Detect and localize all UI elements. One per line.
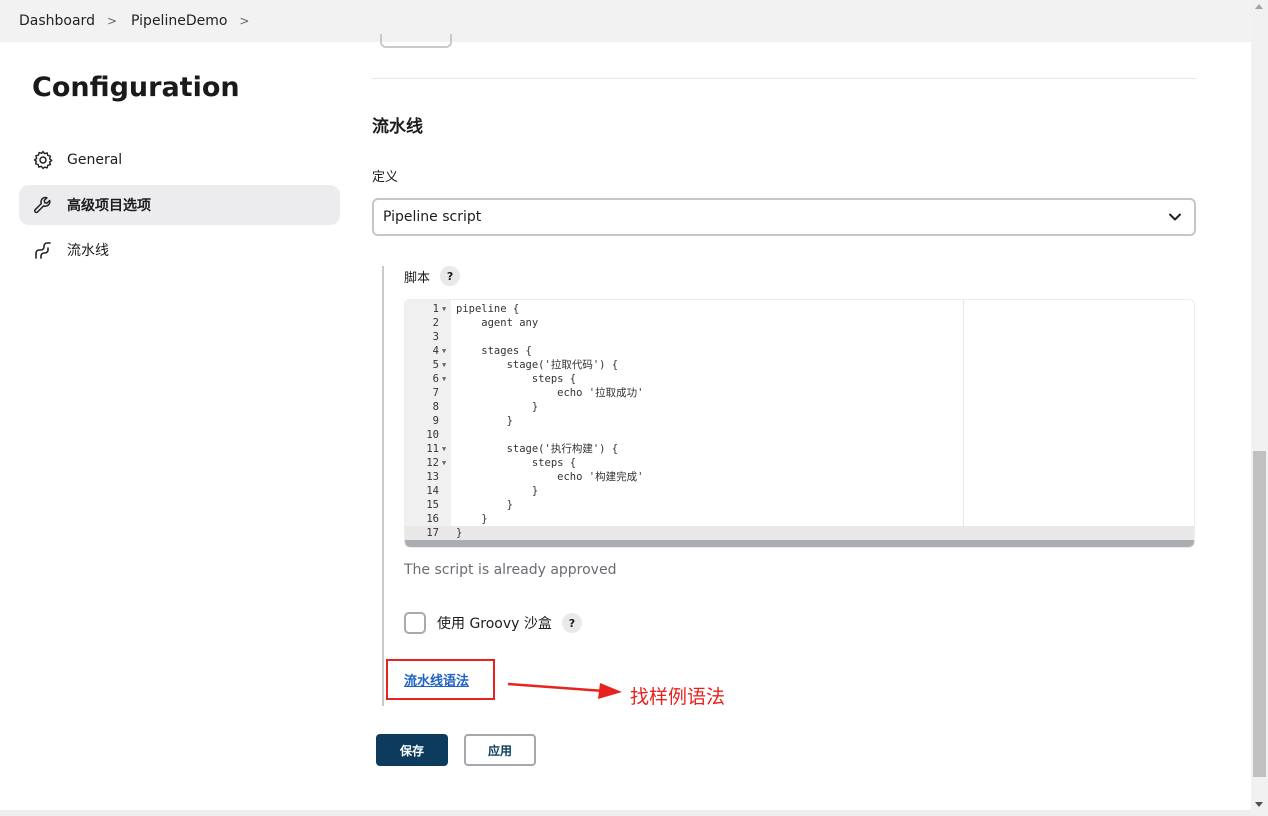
- line-number: 17: [426, 527, 439, 539]
- line-number: 13: [426, 471, 439, 483]
- pipeline-syntax-link[interactable]: 流水线语法: [404, 670, 469, 689]
- code-text: agent any: [456, 317, 539, 329]
- line-number: 8: [432, 401, 439, 413]
- code-text: }: [456, 415, 513, 427]
- code-text: }: [456, 513, 488, 525]
- code-line[interactable]: 13 echo '构建完成': [405, 470, 1194, 484]
- code-line[interactable]: 2 agent any: [405, 316, 1194, 330]
- breadcrumb: Dashboard > PipelineDemo >: [0, 0, 1251, 42]
- groovy-sandbox-label[interactable]: 使用 Groovy 沙盒: [437, 613, 552, 633]
- gear-icon: [33, 150, 53, 170]
- line-number: 7: [432, 387, 439, 399]
- code-line[interactable]: 10: [405, 428, 1194, 442]
- code-text: }: [456, 401, 539, 413]
- script-label-row: 脚本 ?: [404, 266, 461, 286]
- annotation-text: 找样例语法: [630, 686, 726, 708]
- apply-button[interactable]: 应用: [464, 734, 536, 766]
- line-number: 12: [426, 457, 439, 469]
- line-number: 6: [432, 373, 439, 385]
- sidebar-item-advanced-options[interactable]: 高级项目选项: [19, 185, 340, 225]
- code-text: steps {: [456, 373, 577, 385]
- code-text: }: [456, 527, 463, 539]
- line-number: 11: [426, 443, 439, 455]
- breadcrumb-separator-icon[interactable]: >: [239, 14, 249, 28]
- editor-horizontal-scrollbar[interactable]: [405, 540, 1194, 547]
- pipeline-icon: [33, 240, 53, 260]
- code-line[interactable]: 6 ▼ steps {: [405, 372, 1194, 386]
- code-text: stages {: [456, 345, 532, 357]
- sidebar-item-label: 流水线: [67, 243, 109, 259]
- groovy-sandbox-label-row: 使用 Groovy 沙盒 ?: [437, 612, 582, 634]
- code-text: echo '构建完成': [456, 471, 644, 483]
- line-number: 10: [426, 429, 439, 441]
- code-area[interactable]: 1 ▼ pipeline {2 agent any 3 4 ▼ stages {5 ▼ st…: [405, 302, 1194, 540]
- line-number: 15: [426, 499, 439, 511]
- definition-selected-value: Pipeline script: [383, 209, 482, 225]
- code-text: stage('拉取代码') {: [456, 359, 619, 371]
- code-line[interactable]: 5 ▼ stage('拉取代码') {: [405, 358, 1194, 372]
- line-number: 1: [432, 303, 439, 315]
- script-approved-status: The script is already approved: [404, 562, 617, 578]
- sidebar-item-general[interactable]: General: [19, 140, 340, 180]
- code-line[interactable]: 9 }: [405, 414, 1194, 428]
- script-label: 脚本: [404, 270, 431, 286]
- definition-select[interactable]: Pipeline script: [372, 198, 1196, 236]
- code-line[interactable]: 8 }: [405, 400, 1194, 414]
- breadcrumb-dashboard[interactable]: Dashboard: [19, 13, 95, 29]
- save-button[interactable]: 保存: [376, 734, 448, 766]
- line-number: 3: [432, 331, 439, 343]
- fold-toggle-icon[interactable]: ▼: [442, 372, 446, 386]
- previous-section-button-edge[interactable]: [380, 34, 452, 48]
- wrench-icon: [33, 195, 53, 215]
- fold-toggle-icon[interactable]: ▼: [442, 302, 446, 316]
- code-line[interactable]: 17}: [405, 526, 1194, 540]
- line-number: 5: [432, 359, 439, 371]
- code-text: echo '拉取成功': [456, 387, 644, 399]
- fold-toggle-icon[interactable]: ▼: [442, 442, 446, 456]
- code-line[interactable]: 14 }: [405, 484, 1194, 498]
- code-line[interactable]: 12 ▼ steps {: [405, 456, 1194, 470]
- groovy-sandbox-checkbox[interactable]: [404, 612, 426, 634]
- script-editor[interactable]: 1 ▼ pipeline {2 agent any 3 4 ▼ stages {5 ▼ st…: [404, 299, 1195, 548]
- pipeline-section-title: 流水线: [372, 117, 423, 137]
- breadcrumb-separator-icon: >: [106, 14, 118, 28]
- code-line[interactable]: 1 ▼ pipeline {: [405, 302, 1194, 316]
- line-number: 9: [432, 415, 439, 427]
- fold-toggle-icon[interactable]: ▼: [442, 344, 446, 358]
- code-line[interactable]: 7 echo '拉取成功': [405, 386, 1194, 400]
- vertical-scrollbar[interactable]: [1251, 0, 1268, 816]
- scroll-down-arrow-icon[interactable]: [1255, 802, 1263, 807]
- definition-label: 定义: [372, 170, 399, 185]
- nested-section-line: [382, 266, 384, 706]
- line-number: 14: [426, 485, 439, 497]
- page-title: Configuration: [32, 72, 240, 103]
- sidebar-item-pipeline[interactable]: 流水线: [19, 230, 340, 270]
- code-line[interactable]: 15 }: [405, 498, 1194, 512]
- code-text: }: [456, 485, 539, 497]
- scrollbar-thumb[interactable]: [1253, 451, 1266, 777]
- line-number: 4: [432, 345, 439, 357]
- code-text: steps {: [456, 457, 577, 469]
- code-line[interactable]: 16 }: [405, 512, 1194, 526]
- section-divider: [372, 78, 1196, 79]
- annotation-arrow-icon: [508, 682, 622, 699]
- fold-toggle-icon[interactable]: ▼: [442, 358, 446, 372]
- line-number: 2: [432, 317, 439, 329]
- scroll-up-arrow-icon[interactable]: [1255, 4, 1263, 9]
- breadcrumb-pipelinedemo[interactable]: PipelineDemo: [131, 13, 227, 29]
- code-line[interactable]: 3: [405, 330, 1194, 344]
- groovy-help-icon[interactable]: ?: [561, 613, 582, 633]
- script-help-icon[interactable]: ?: [440, 266, 461, 286]
- sidebar-item-label: 高级项目选项: [67, 198, 151, 214]
- code-text: stage('执行构建') {: [456, 443, 619, 455]
- sidebar-item-label: General: [67, 152, 123, 168]
- page-bottom-strip: [0, 810, 1251, 816]
- line-number: 16: [426, 513, 439, 525]
- code-text: }: [456, 499, 513, 511]
- code-text: pipeline {: [456, 303, 520, 315]
- fold-toggle-icon[interactable]: ▼: [442, 456, 446, 470]
- chevron-down-icon: [1168, 210, 1182, 228]
- code-line[interactable]: 11 ▼ stage('执行构建') {: [405, 442, 1194, 456]
- code-line[interactable]: 4 ▼ stages {: [405, 344, 1194, 358]
